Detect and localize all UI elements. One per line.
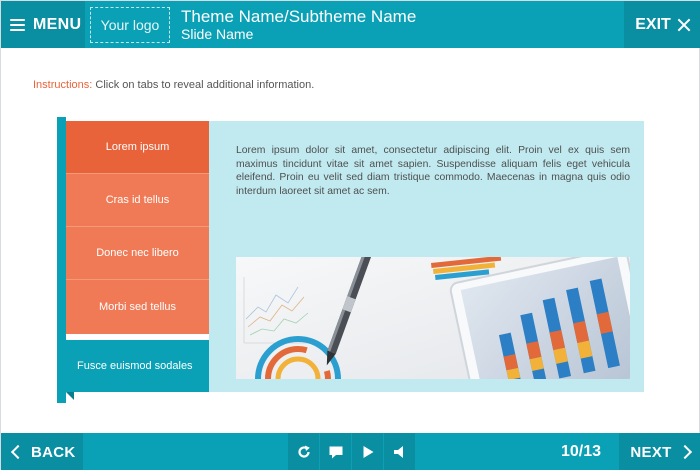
hamburger-icon xyxy=(10,18,25,31)
tab-fold-decoration xyxy=(66,392,74,400)
top-bar: MENU Your logo Theme Name/Subtheme Name … xyxy=(1,1,700,48)
content-panel: Lorem ipsum dolor sit amet, consectetur … xyxy=(209,121,644,392)
content-image xyxy=(236,257,630,379)
comment-button[interactable] xyxy=(320,433,351,470)
replay-icon xyxy=(297,445,310,458)
tab-label: Fusce euismod sodales xyxy=(77,360,193,372)
title-block: Theme Name/Subtheme Name Slide Name xyxy=(181,7,416,43)
exit-button[interactable]: EXIT xyxy=(624,1,700,48)
chevron-right-icon xyxy=(677,444,692,460)
play-button[interactable] xyxy=(352,433,383,470)
tab-label: Cras id tellus xyxy=(105,194,170,206)
tab-cras-id-tellus[interactable]: Cras id tellus xyxy=(66,174,209,227)
logo-placeholder: Your logo xyxy=(90,7,170,43)
volume-icon xyxy=(393,446,403,458)
theme-name: Theme Name/Subtheme Name xyxy=(181,7,417,26)
tab-list: Lorem ipsum Cras id tellus Donec nec lib… xyxy=(66,121,209,334)
next-button[interactable]: NEXT xyxy=(619,433,700,470)
tab-lorem-ipsum[interactable]: Lorem ipsum xyxy=(66,121,209,174)
next-label: NEXT xyxy=(630,443,672,461)
player-frame: MENU Your logo Theme Name/Subtheme Name … xyxy=(0,0,700,470)
playback-controls xyxy=(288,433,416,470)
comment-icon xyxy=(329,446,342,459)
bottom-bar: BACK 10/13 NEXT xyxy=(1,433,700,470)
play-icon xyxy=(363,446,373,458)
tab-label: Morbi sed tellus xyxy=(98,301,177,313)
tab-donec-nec-libero[interactable]: Donec nec libero xyxy=(66,227,209,280)
instructions-text: Click on tabs to reveal additional infor… xyxy=(92,79,315,91)
tab-fusce-euismod-sodales[interactable]: Fusce euismod sodales xyxy=(57,340,221,392)
replay-button[interactable] xyxy=(288,433,319,470)
page-counter: 10/13 xyxy=(561,443,602,460)
tab-morbi-sed-tellus[interactable]: Morbi sed tellus xyxy=(66,280,209,334)
business-charts-photo xyxy=(236,257,630,379)
close-icon xyxy=(677,18,690,31)
tab-label: Donec nec libero xyxy=(96,247,179,259)
slide-name: Slide Name xyxy=(181,26,254,42)
instructions: Instructions: Click on tabs to reveal ad… xyxy=(33,79,314,91)
logo-text: Your logo xyxy=(100,17,160,33)
content-text: Lorem ipsum dolor sit amet, consectetur … xyxy=(236,145,630,197)
back-label: BACK xyxy=(31,443,76,461)
tab-label: Lorem ipsum xyxy=(105,141,170,153)
instructions-lead: Instructions: xyxy=(33,79,93,91)
menu-label: MENU xyxy=(33,15,82,33)
chevron-left-icon xyxy=(10,444,26,460)
exit-label: EXIT xyxy=(635,15,671,33)
menu-button[interactable]: MENU xyxy=(1,1,85,48)
volume-button[interactable] xyxy=(384,433,415,470)
back-button[interactable]: BACK xyxy=(1,433,83,470)
